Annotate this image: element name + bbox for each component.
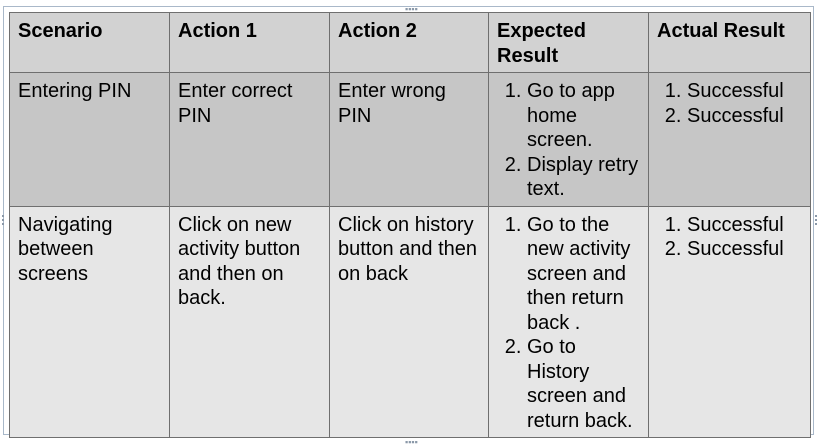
actual-result-list: Successful Successful xyxy=(657,213,802,262)
list-item: Display retry text. xyxy=(527,153,640,202)
cell-action-1[interactable]: Enter correct PIN xyxy=(169,72,330,207)
expected-result-list: Go to the new activity screen and then r… xyxy=(497,213,640,434)
cell-scenario[interactable]: Entering PIN xyxy=(9,72,170,207)
list-item: Go to the new activity screen and then r… xyxy=(527,213,640,336)
list-item: Successful xyxy=(687,104,802,129)
list-item: Successful xyxy=(687,79,802,104)
header-actual-result[interactable]: Actual Result xyxy=(648,12,811,73)
test-results-table: Scenario Action 1 Action 2 Expected Resu… xyxy=(9,12,811,438)
list-item: Go to app home screen. xyxy=(527,79,640,153)
cell-scenario[interactable]: Navigating between screens xyxy=(9,205,170,438)
table-header-row: Scenario Action 1 Action 2 Expected Resu… xyxy=(9,12,811,73)
cell-actual-result[interactable]: Successful Successful xyxy=(648,205,811,438)
list-item: Go to History screen and return back. xyxy=(527,335,640,433)
actual-result-list: Successful Successful xyxy=(657,79,802,128)
cell-expected-result[interactable]: Go to app home screen. Display retry tex… xyxy=(488,72,649,207)
left-resize-handle-icon[interactable] xyxy=(2,215,8,225)
header-expected-result[interactable]: Expected Result xyxy=(488,12,649,73)
list-item: Successful xyxy=(687,237,802,262)
cell-action-2[interactable]: Enter wrong PIN xyxy=(329,72,489,207)
header-scenario[interactable]: Scenario xyxy=(9,12,170,73)
cell-action-2[interactable]: Click on history button and then on back xyxy=(329,205,489,438)
header-action-1[interactable]: Action 1 xyxy=(169,12,330,73)
cell-actual-result[interactable]: Successful Successful xyxy=(648,72,811,207)
table-row: Entering PIN Enter correct PIN Enter wro… xyxy=(9,72,811,207)
cell-expected-result[interactable]: Go to the new activity screen and then r… xyxy=(488,205,649,438)
table-row: Navigating between screens Click on new … xyxy=(9,205,811,438)
header-action-2[interactable]: Action 2 xyxy=(329,12,489,73)
cell-action-1[interactable]: Click on new activity button and then on… xyxy=(169,205,330,438)
list-item: Successful xyxy=(687,213,802,238)
expected-result-list: Go to app home screen. Display retry tex… xyxy=(497,79,640,202)
right-resize-handle-icon[interactable] xyxy=(815,215,819,225)
